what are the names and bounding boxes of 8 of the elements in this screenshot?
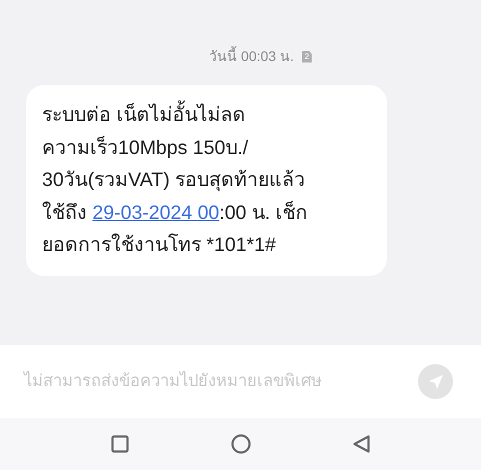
message-text: ระบบต่อ เน็ตไม่อั้นไม่ลด ความเร็ว10Mbps 150บ./ 30วัน(รวมVAT) รอบสุดท้ายแล้ว ใช้ถึง 29-03-2024 00:00 น. เช็ก ยอดการใช้งานโทร *101*1# xyxy=(42,99,371,262)
timestamp: วันนี้ 00:03 น. xyxy=(209,46,294,66)
sim-card-icon: 2 xyxy=(302,50,312,62)
date-link[interactable]: 29-03-2024 00 xyxy=(92,202,220,224)
circle-icon[interactable] xyxy=(231,434,251,454)
paper-plane-icon xyxy=(428,374,444,390)
back-triangle-icon[interactable] xyxy=(353,435,370,453)
square-icon[interactable] xyxy=(111,435,129,453)
